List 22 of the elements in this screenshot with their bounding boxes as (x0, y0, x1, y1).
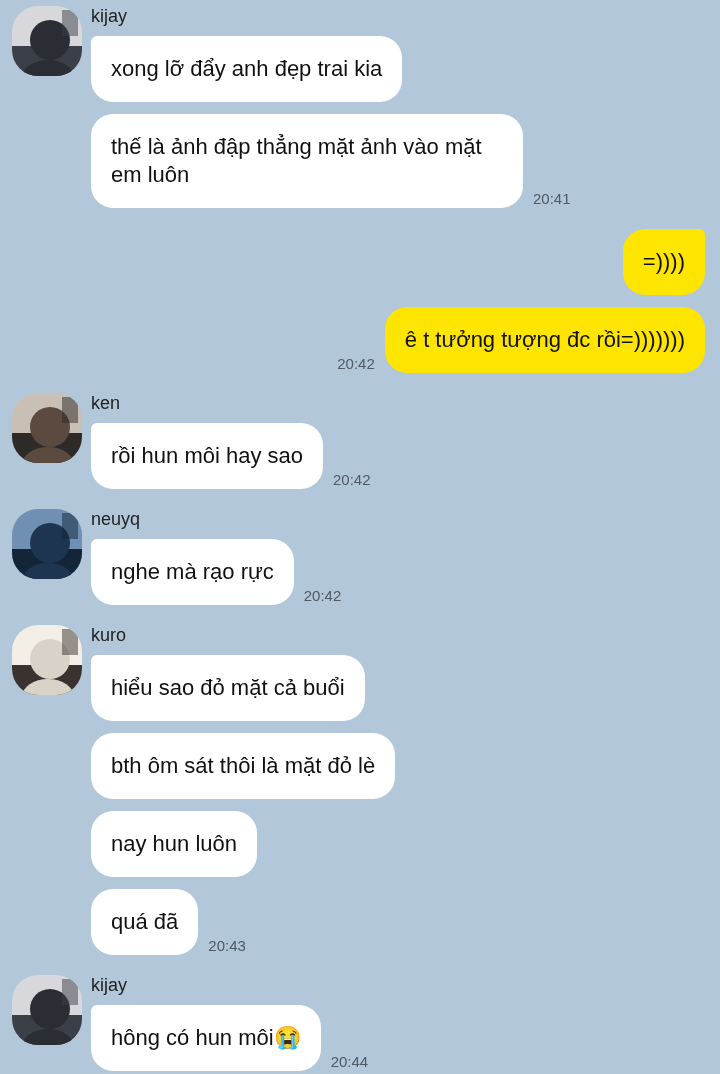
timestamp: 20:43 (208, 937, 246, 955)
message-bubble: bth ôm sát thôi là mặt đỏ lè (91, 733, 396, 799)
sender-name: kijay (91, 977, 128, 994)
message-bubble: hông có hun môi😭 (91, 1005, 321, 1071)
sender-name: ken (91, 395, 122, 412)
timestamp: 20:44 (330, 1053, 369, 1071)
message-bubble: rồi hun môi hay sao (91, 423, 323, 489)
message-bubble: hiểu sao đỏ mặt cả buổi (91, 655, 365, 721)
message-bubble: thế là ảnh đập thẳng mặt ảnh vào mặt em luôn (91, 114, 523, 208)
sender-name: kuro (91, 627, 127, 644)
sender-name: kijay (91, 8, 128, 25)
message-bubble: ê t tưởng tượng đc rồi=))))))) (384, 307, 705, 373)
timestamp: 20:42 (333, 471, 371, 489)
message-bubble: xong lỡ đẩy anh đẹp trai kia (91, 36, 403, 102)
message-bubble: nay hun luôn (91, 811, 257, 877)
message-bubble: quá đã (91, 889, 199, 955)
timestamp: 20:42 (303, 587, 342, 605)
timestamp: 20:41 (533, 190, 571, 208)
message-bubble: nghe mà rạo rực (91, 539, 294, 605)
sender-name: neuyq (91, 511, 142, 528)
timestamp: 20:42 (337, 355, 375, 373)
message-bubble: =)))) (622, 229, 705, 295)
